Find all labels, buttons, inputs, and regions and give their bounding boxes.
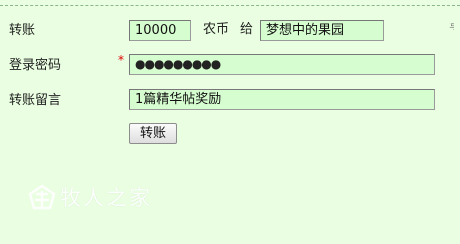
transfer-label: 转账	[9, 23, 36, 38]
currency-unit-label: 农币	[203, 22, 230, 37]
top-dashed-divider	[0, 5, 460, 6]
watermark-text: 牧人之家	[60, 186, 152, 210]
message-label: 转账留言	[9, 93, 62, 108]
password-label: 登录密码	[9, 58, 62, 73]
edge-text-fragment: 写	[449, 23, 454, 32]
amount-input[interactable]: 10000	[129, 20, 191, 41]
required-mark: *	[118, 53, 124, 67]
transfer-submit-button[interactable]: 转账	[129, 123, 177, 144]
password-mask: ●●●●●●●●●	[135, 57, 221, 71]
logo-mark-icon	[28, 184, 56, 212]
recipient-input[interactable]: 梦想中的果园	[260, 20, 384, 41]
watermark: 牧人之家	[28, 184, 152, 212]
password-input[interactable]: ●●●●●●●●●	[129, 54, 435, 75]
message-input[interactable]: 1篇精华帖奖励	[129, 89, 435, 110]
to-label: 给	[240, 22, 254, 37]
